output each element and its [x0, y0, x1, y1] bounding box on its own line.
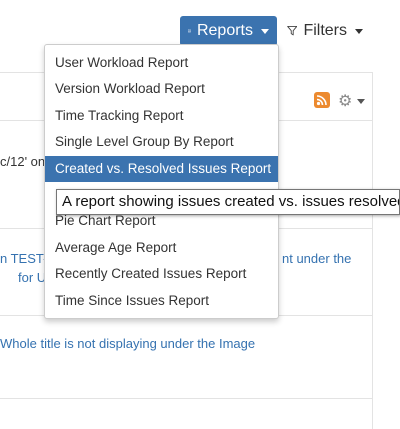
menu-item-user-workload[interactable]: User Workload Report: [45, 50, 278, 76]
reports-button[interactable]: Reports: [180, 16, 277, 46]
menu-item-recently-created[interactable]: Recently Created Issues Report: [45, 261, 278, 287]
menu-item-time-since[interactable]: Time Since Issues Report: [45, 288, 278, 314]
filters-button-label: Filters: [303, 22, 347, 39]
gear-icon: ⚙: [338, 93, 353, 110]
issue-link-right[interactable]: nt under the: [282, 251, 351, 266]
chevron-down-icon: [357, 98, 366, 104]
settings-menu[interactable]: ⚙: [338, 91, 366, 111]
report-tooltip: A report showing issues created vs. issu…: [56, 189, 400, 215]
menu-item-created-vs-resolved[interactable]: Created vs. Resolved Issues Report: [45, 155, 278, 182]
chevron-down-icon: [261, 28, 269, 34]
filter-icon: [287, 25, 298, 36]
chart-icon: [188, 29, 191, 33]
row-divider: [0, 398, 372, 399]
issue-title-link[interactable]: Whole title is not displaying under the …: [0, 336, 255, 351]
panel-divider: [372, 72, 373, 429]
chevron-down-icon: [355, 28, 363, 34]
menu-item-time-tracking[interactable]: Time Tracking Report: [45, 103, 278, 129]
menu-item-single-level-group-by[interactable]: Single Level Group By Report: [45, 129, 278, 155]
reports-dropdown: User Workload Report Version Workload Re…: [44, 44, 279, 319]
filters-button[interactable]: Filters: [285, 16, 365, 46]
menu-item-version-workload[interactable]: Version Workload Report: [45, 76, 278, 102]
menu-item-average-age[interactable]: Average Age Report: [45, 235, 278, 261]
rss-icon[interactable]: [314, 92, 330, 108]
version-snippet: c/12' on: [0, 154, 46, 169]
reports-button-label: Reports: [196, 22, 253, 39]
